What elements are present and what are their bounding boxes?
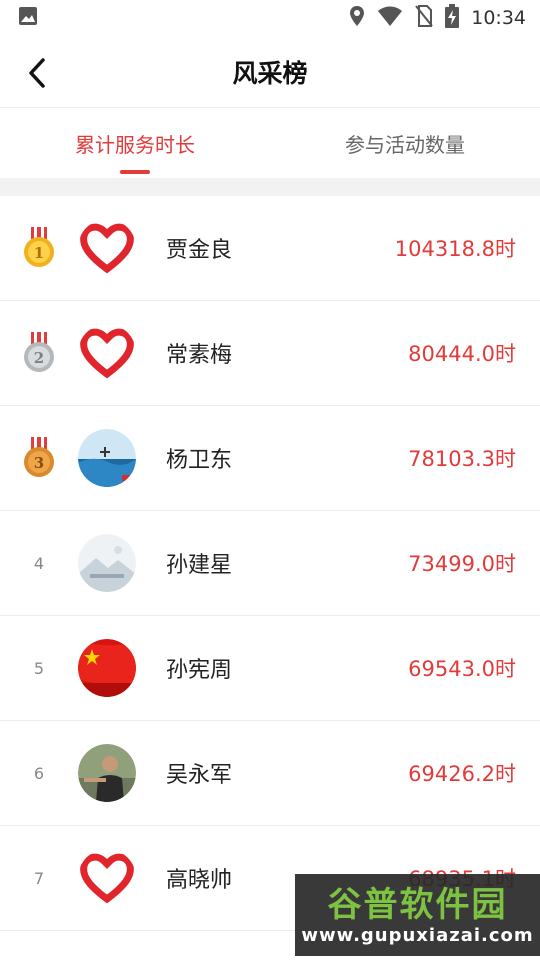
placeholder-image-icon: [78, 534, 136, 592]
rank-number: 5: [33, 658, 45, 678]
chevron-left-icon: [29, 58, 45, 88]
list-item[interactable]: 4 孙建星 73499.0时: [0, 511, 540, 616]
bronze-medal-icon: 3: [24, 437, 54, 477]
service-hours: 73499.0时: [408, 552, 516, 576]
watermark-logo: 谷普软件园 www.gupuxiazai.com: [295, 874, 540, 956]
rank-badge: 2: [0, 332, 78, 374]
service-hours: 69426.2时: [408, 762, 516, 786]
heart-logo-icon: [80, 328, 134, 379]
list-item[interactable]: 5 孙宪周 69543.0时: [0, 616, 540, 721]
flag-photo-icon: [78, 639, 136, 697]
ranking-list: 1 贾金良 104318.8时 2 常素梅 80444.0时 3 杨卫东 781…: [0, 196, 540, 931]
service-hours: 69543.0时: [408, 657, 516, 681]
avatar: [78, 744, 136, 802]
svg-text:3: 3: [34, 454, 44, 472]
rank-number: 4: [33, 553, 45, 573]
watermark-title: 谷普软件园: [327, 884, 508, 925]
tab-bar: 累计服务时长 参与活动数量: [0, 108, 540, 178]
wifi-icon: [377, 5, 403, 31]
rank-badge: 5: [0, 659, 78, 678]
rank-badge: 7: [0, 869, 78, 888]
heart-logo-icon: [80, 853, 134, 904]
tab-label: 参与活动数量: [345, 132, 465, 157]
member-name: 吴永军: [166, 763, 233, 788]
rank-number: 7: [33, 868, 45, 888]
avatar: [78, 639, 136, 697]
section-divider: [0, 178, 540, 196]
heart-logo-icon: [80, 223, 134, 274]
page-title: 风采榜: [232, 58, 308, 88]
list-item[interactable]: 3 杨卫东 78103.3时: [0, 406, 540, 511]
list-item[interactable]: 6 吴永军 69426.2时: [0, 721, 540, 826]
service-hours: 78103.3时: [408, 447, 516, 471]
gold-medal-icon: 1: [24, 227, 54, 267]
status-bar: 10:34: [0, 0, 540, 36]
avatar: [78, 429, 136, 487]
battery-charging-icon: [445, 4, 460, 32]
tab-activity-count[interactable]: 参与活动数量: [270, 108, 540, 178]
back-button[interactable]: [22, 56, 52, 90]
active-tab-indicator: [120, 170, 150, 174]
svg-text:2: 2: [34, 349, 44, 367]
svg-text:1: 1: [34, 244, 44, 262]
avatar: [78, 534, 136, 592]
rank-badge: 4: [0, 554, 78, 573]
rank-badge: 6: [0, 764, 78, 783]
service-hours: 104318.8时: [394, 237, 516, 261]
silver-medal-icon: 2: [24, 332, 54, 372]
nav-bar: 风采榜: [0, 36, 540, 108]
member-name: 常素梅: [166, 343, 233, 368]
tab-label: 累计服务时长: [75, 132, 195, 157]
rank-number: 6: [33, 763, 45, 783]
no-sim-icon: [415, 5, 434, 31]
avatar: [78, 324, 136, 382]
tab-total-service-hours[interactable]: 累计服务时长: [0, 108, 270, 178]
avatar: [78, 219, 136, 277]
sea-photo-icon: [78, 429, 136, 487]
list-item[interactable]: 2 常素梅 80444.0时: [0, 301, 540, 406]
member-name: 孙建星: [166, 553, 233, 578]
member-name: 杨卫东: [166, 448, 233, 473]
avatar: [78, 849, 136, 907]
member-name: 孙宪周: [166, 658, 233, 683]
location-icon: [349, 5, 365, 31]
service-hours: 80444.0时: [408, 342, 516, 366]
member-name: 贾金良: [166, 238, 233, 263]
person-photo-icon: [78, 744, 136, 802]
rank-badge: 3: [0, 437, 78, 479]
status-time: 10:34: [471, 7, 526, 29]
image-icon: [18, 6, 38, 30]
watermark-url: www.gupuxiazai.com: [301, 924, 534, 946]
rank-badge: 1: [0, 227, 78, 269]
list-item[interactable]: 1 贾金良 104318.8时: [0, 196, 540, 301]
